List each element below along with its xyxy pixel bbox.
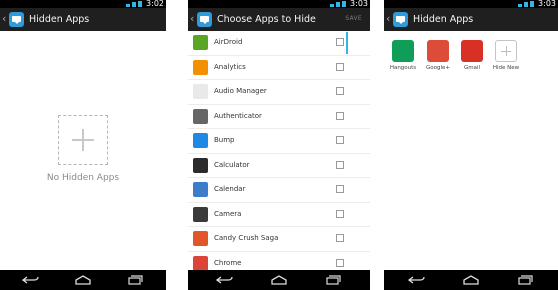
nav-back-icon[interactable] bbox=[216, 275, 234, 285]
app-list-row[interactable]: Analytics bbox=[188, 56, 370, 80]
save-button[interactable]: SAVE bbox=[345, 15, 362, 22]
app-list-row[interactable]: Authenticator bbox=[188, 105, 370, 129]
hide-app-checkbox[interactable] bbox=[336, 111, 344, 120]
nav-home-icon[interactable] bbox=[270, 275, 288, 285]
audio-manager-icon bbox=[193, 84, 208, 99]
add-icon bbox=[495, 40, 517, 62]
app-list-row[interactable]: AirDroid bbox=[188, 31, 370, 56]
action-bar: ‹ Hidden Apps bbox=[0, 8, 166, 31]
app-label: Hide New bbox=[492, 65, 520, 71]
app-label: Camera bbox=[214, 209, 242, 218]
action-bar: ‹ Hidden Apps bbox=[384, 8, 558, 31]
hidden-apps-grid: Hangouts Google+ Gmail Hide New bbox=[384, 31, 558, 270]
app-label: Analytics bbox=[214, 62, 246, 71]
calculator-icon bbox=[193, 157, 208, 173]
nav-bar bbox=[384, 270, 558, 290]
candy-crush-icon bbox=[193, 231, 208, 246]
screen-hidden-apps-grid: 3:03 ‹ Hidden Apps Hangouts Google+ Gmail H… bbox=[384, 0, 558, 290]
hide-app-checkbox[interactable] bbox=[336, 62, 344, 71]
app-label: Authenticator bbox=[214, 111, 262, 120]
hidden-app-tile[interactable]: Hangouts bbox=[387, 40, 419, 71]
hide-app-checkbox[interactable] bbox=[336, 87, 344, 95]
app-label: Hangouts bbox=[389, 65, 417, 71]
app-label: Audio Manager bbox=[214, 87, 267, 95]
empty-state: No Hidden Apps bbox=[0, 31, 166, 270]
status-time: 3:03 bbox=[350, 0, 368, 8]
airdroid-icon bbox=[193, 35, 208, 50]
nav-bar bbox=[188, 270, 370, 290]
app-list-row[interactable]: Camera bbox=[188, 203, 370, 227]
hide-app-checkbox[interactable] bbox=[336, 185, 344, 193]
hangouts-icon bbox=[392, 40, 414, 62]
hide-app-checkbox[interactable] bbox=[336, 160, 344, 169]
empty-state-text: No Hidden Apps bbox=[46, 173, 120, 183]
status-bar: 3:02 bbox=[0, 0, 166, 8]
signal-icon bbox=[126, 1, 142, 7]
app-label: Bump bbox=[214, 136, 235, 144]
screen-hidden-apps-empty: 3:02 ‹ Hidden Apps No Hidden Apps bbox=[0, 0, 166, 290]
calendar-icon bbox=[193, 182, 208, 197]
app-label: Candy Crush Saga bbox=[214, 234, 279, 242]
nav-bar bbox=[0, 270, 166, 290]
app-label: Chrome bbox=[214, 258, 242, 267]
add-app-placeholder-icon[interactable] bbox=[58, 115, 108, 165]
status-time: 3:03 bbox=[538, 0, 556, 8]
camera-icon bbox=[193, 206, 208, 222]
nav-recents-icon[interactable] bbox=[126, 275, 144, 285]
nav-back-icon[interactable] bbox=[408, 275, 426, 285]
bump-icon bbox=[193, 133, 208, 148]
app-label: Gmail bbox=[463, 65, 481, 71]
analytics-icon bbox=[193, 59, 208, 75]
action-bar: ‹ Choose Apps to Hide SAVE bbox=[188, 8, 370, 31]
status-bar: 3:03 bbox=[384, 0, 558, 8]
hidden-app-tile[interactable]: Google+ bbox=[422, 40, 454, 71]
screen-choose-apps: 3:03 ‹ Choose Apps to Hide SAVE AirDroid… bbox=[188, 0, 370, 290]
nav-home-icon[interactable] bbox=[462, 275, 480, 285]
page-title: Choose Apps to Hide bbox=[217, 14, 316, 25]
hide-app-checkbox[interactable] bbox=[336, 234, 344, 242]
app-list-row[interactable]: Calendar bbox=[188, 178, 370, 203]
signal-icon bbox=[330, 1, 346, 7]
app-list-row[interactable]: Calculator bbox=[188, 154, 370, 178]
status-bar: 3:03 bbox=[188, 0, 370, 8]
authenticator-icon bbox=[193, 108, 208, 124]
hide-app-checkbox[interactable] bbox=[336, 209, 344, 218]
app-logo-icon[interactable] bbox=[9, 12, 24, 27]
page-title: Hidden Apps bbox=[413, 14, 474, 25]
nav-recents-icon[interactable] bbox=[324, 275, 342, 285]
gmail-icon bbox=[461, 40, 483, 62]
app-label: AirDroid bbox=[214, 38, 243, 46]
hide-app-checkbox[interactable] bbox=[336, 136, 344, 144]
nav-home-icon[interactable] bbox=[74, 275, 92, 285]
hidden-app-tile[interactable]: Gmail bbox=[456, 40, 488, 71]
app-label: Google+ bbox=[425, 65, 450, 71]
nav-recents-icon[interactable] bbox=[516, 275, 534, 285]
app-logo-icon[interactable] bbox=[393, 12, 408, 27]
status-time: 3:02 bbox=[146, 0, 164, 8]
page-title: Hidden Apps bbox=[29, 14, 90, 25]
app-list-row[interactable]: Audio Manager bbox=[188, 80, 370, 105]
hide-app-checkbox[interactable] bbox=[336, 258, 344, 267]
hide-app-checkbox[interactable] bbox=[336, 38, 344, 46]
hidden-app-tile[interactable]: Hide New bbox=[490, 40, 522, 71]
signal-icon bbox=[518, 1, 534, 7]
app-list-row[interactable]: Candy Crush Saga bbox=[188, 227, 370, 252]
app-label: Calendar bbox=[214, 185, 246, 193]
chrome-icon bbox=[193, 255, 208, 271]
app-logo-icon[interactable] bbox=[197, 12, 212, 27]
app-label: Calculator bbox=[214, 160, 250, 169]
app-list-row[interactable]: Bump bbox=[188, 129, 370, 154]
app-list: AirDroid Analytics Audio Manager Authentica… bbox=[188, 31, 370, 276]
nav-back-icon[interactable] bbox=[22, 275, 40, 285]
google-plus-icon bbox=[427, 40, 449, 62]
